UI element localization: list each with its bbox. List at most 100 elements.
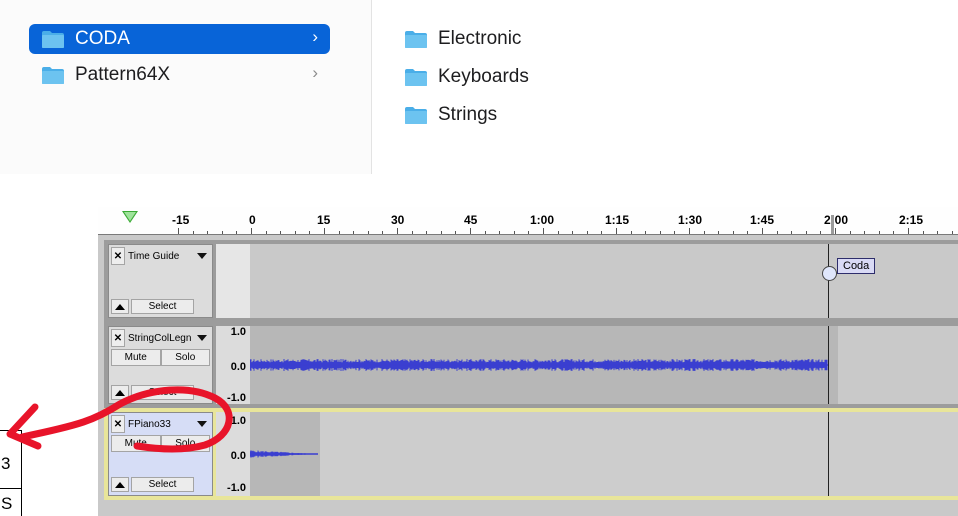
ruler-tick	[776, 231, 778, 234]
solo-button[interactable]: Solo	[160, 435, 210, 452]
ruler-tick	[922, 231, 924, 234]
ruler-tick	[586, 231, 588, 234]
ruler-tick	[484, 231, 486, 234]
track-control-panel[interactable]: ✕ Time Guide Select	[108, 244, 213, 318]
mute-button[interactable]: Mute	[111, 435, 161, 452]
ruler-tick	[440, 231, 442, 234]
dropdown-arrow-icon[interactable]	[197, 253, 207, 259]
edit-cursor-line	[828, 412, 829, 496]
audio-clip[interactable]	[249, 412, 320, 496]
folder-label: CODA	[75, 28, 130, 49]
arrow-up-icon	[115, 481, 125, 488]
folder-item-strings[interactable]: Strings	[404, 100, 574, 130]
ruler-tick	[324, 228, 325, 234]
track-name-menu[interactable]: ✕ Time Guide	[111, 247, 210, 265]
edit-cursor-line	[828, 244, 829, 318]
track-control-panel[interactable]: ✕ FPiano33 Mute Solo Select	[108, 412, 213, 496]
ruler-tick	[382, 231, 384, 234]
audio-clip[interactable]	[249, 326, 838, 404]
ruler-tick	[265, 231, 267, 234]
track-scale-empty	[216, 244, 250, 318]
ruler-label: 15	[317, 213, 331, 227]
arrow-up-icon	[115, 389, 125, 396]
select-button[interactable]: Select	[131, 385, 194, 400]
ruler-tick	[762, 228, 763, 234]
document-fragment: 3 S	[0, 430, 24, 516]
ruler-tick	[178, 228, 179, 234]
close-track-icon[interactable]: ✕	[111, 247, 125, 265]
ruler-tick	[893, 231, 895, 234]
ruler-label: -15	[172, 213, 190, 227]
select-button[interactable]: Select	[131, 477, 194, 492]
ruler-tick	[791, 231, 793, 234]
ruler-tick	[309, 231, 311, 234]
ruler-label: 1:00	[530, 213, 555, 227]
ruler-label: 1:45	[750, 213, 775, 227]
ruler-tick	[616, 228, 617, 234]
ruler-tick	[689, 228, 690, 234]
amplitude-scale: 1.0 0.0 -1.0	[216, 412, 250, 496]
waveform	[249, 450, 318, 458]
ruler-tick	[645, 231, 647, 234]
finder-column-1: CODA › Pattern64X ›	[0, 0, 372, 174]
ruler-tick	[703, 231, 705, 234]
ruler-tick	[557, 231, 559, 234]
track-name: StringColLegn	[128, 332, 192, 344]
label-track-time-guide: ✕ Time Guide Select Coda	[104, 240, 958, 322]
waveform-area[interactable]	[249, 326, 958, 404]
ruler-tick	[951, 231, 953, 234]
solo-button[interactable]: Solo	[160, 349, 210, 366]
mute-solo-row: Mute Solo	[111, 435, 210, 452]
ruler-tick	[470, 228, 471, 234]
folder-item-keyboards[interactable]: Keyboards	[404, 62, 574, 92]
table-border	[21, 430, 22, 516]
waveform-area[interactable]	[249, 412, 958, 496]
close-track-icon[interactable]: ✕	[111, 329, 125, 347]
ruler-tick	[805, 231, 807, 234]
ruler-tick	[878, 231, 880, 234]
track-name-menu[interactable]: ✕ FPiano33	[111, 415, 210, 433]
folder-icon	[404, 30, 428, 49]
folder-item-electronic[interactable]: Electronic	[404, 24, 574, 54]
scale-label: 0.0	[230, 450, 246, 462]
dropdown-arrow-icon[interactable]	[197, 335, 207, 341]
ruler-tick	[280, 231, 282, 234]
ruler-label: 2:00	[824, 213, 849, 227]
label-coda[interactable]: Coda	[837, 258, 876, 274]
chevron-right-icon: ›	[312, 27, 318, 46]
ruler-tick	[192, 231, 194, 234]
edit-cursor-line	[828, 326, 829, 404]
label-track-area[interactable]: Coda	[250, 244, 958, 318]
ruler-tick	[338, 231, 340, 234]
folder-label: Strings	[438, 104, 498, 125]
audio-track-fpiano33: ✕ FPiano33 Mute Solo Select 1.0 0.0 -1.0	[104, 408, 958, 500]
dropdown-arrow-icon[interactable]	[197, 421, 207, 427]
ruler-label: 45	[464, 213, 478, 227]
label-handle-icon[interactable]	[822, 266, 837, 281]
ruler-tick	[499, 231, 501, 234]
ruler-tick	[601, 231, 603, 234]
finder-column-view: CODA › Pattern64X › Electronic Keyboards	[0, 0, 583, 174]
collapse-track-button[interactable]	[111, 299, 129, 314]
track-control-panel[interactable]: ✕ StringColLegn Mute Solo Select	[108, 326, 213, 404]
folder-icon	[41, 66, 65, 85]
playhead-marker[interactable]	[831, 215, 834, 234]
chevron-right-icon: ›	[312, 63, 318, 82]
table-border	[0, 488, 22, 489]
collapse-track-button[interactable]	[111, 385, 129, 400]
ruler-tick	[207, 231, 209, 234]
select-button[interactable]: Select	[131, 299, 194, 314]
mute-button[interactable]: Mute	[111, 349, 161, 366]
folder-item-coda[interactable]: CODA ›	[29, 24, 330, 54]
close-track-icon[interactable]: ✕	[111, 415, 125, 433]
track-name-menu[interactable]: ✕ StringColLegn	[111, 329, 210, 347]
folder-item-pattern64x[interactable]: Pattern64X ›	[29, 60, 330, 90]
ruler-tick	[528, 231, 530, 234]
folder-icon	[404, 68, 428, 87]
ruler-tick	[572, 231, 574, 234]
folder-label: Keyboards	[438, 66, 529, 87]
timeline-ruler[interactable]: -15 0 15 30 45 1:00 1:15 1:30 1:45 2:00 …	[98, 207, 958, 235]
ruler-tick	[455, 231, 457, 234]
collapse-track-button[interactable]	[111, 477, 129, 492]
ruler-tick	[221, 231, 223, 234]
